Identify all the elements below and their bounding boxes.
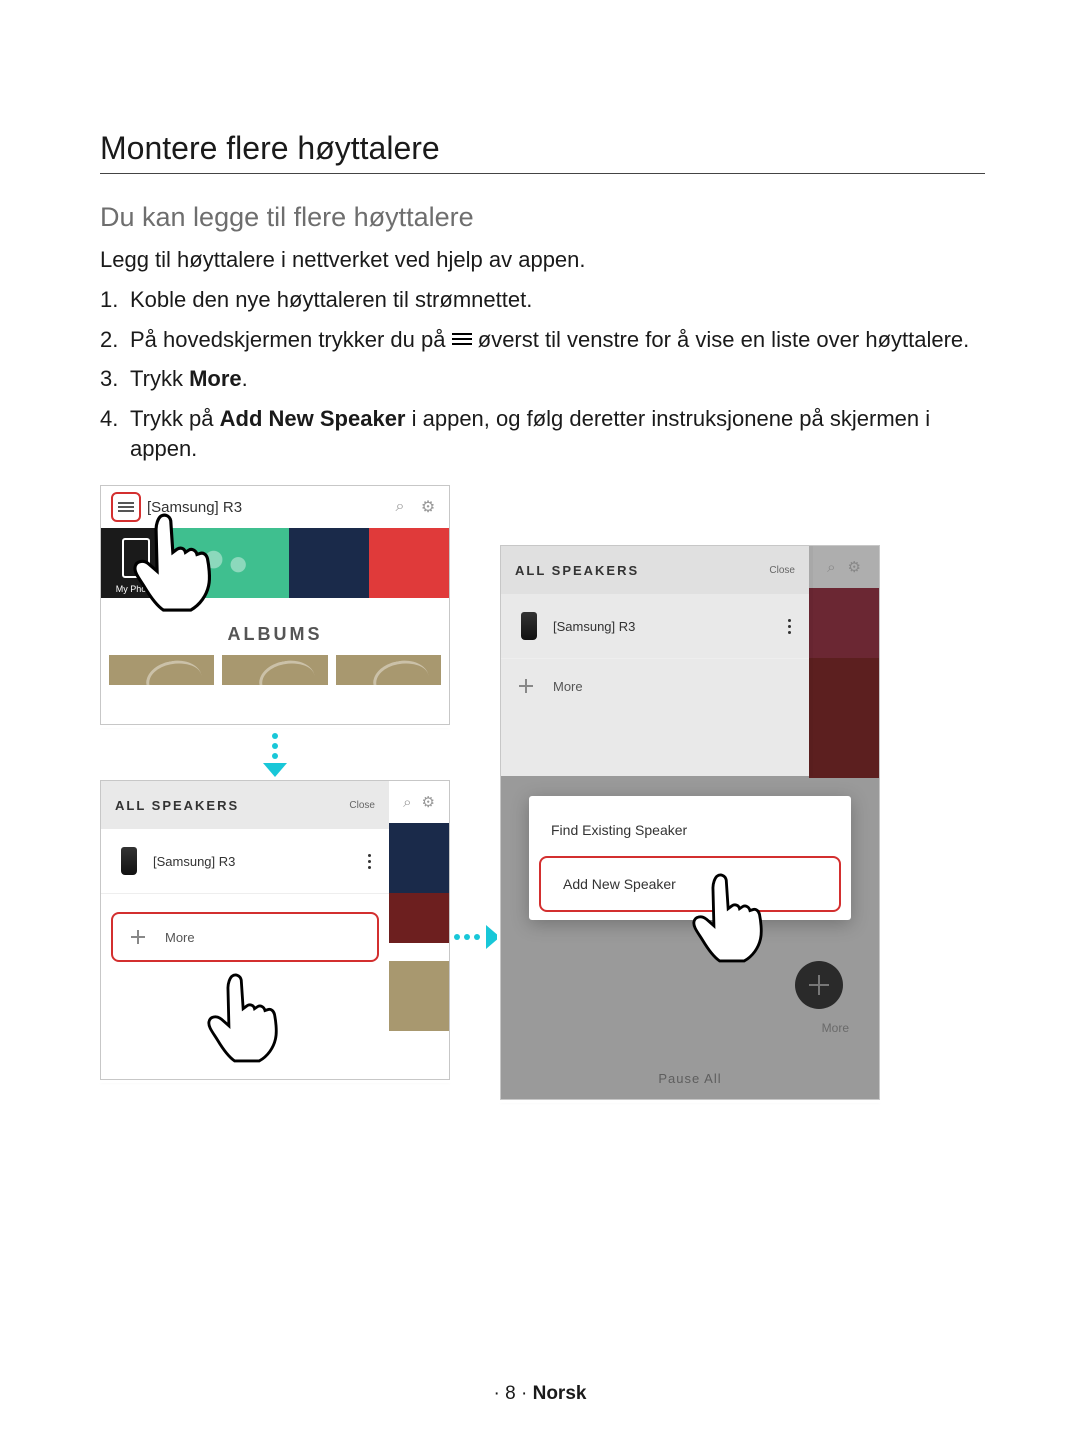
kebab-icon[interactable] bbox=[368, 854, 375, 869]
search-icon[interactable]: ⌕ bbox=[827, 559, 835, 576]
album-thumb[interactable] bbox=[109, 655, 214, 685]
figures: [Samsung] R3 ⌕ ⚙ My Phone ALBUMS ⌕ ⚙ bbox=[100, 485, 985, 1125]
step-3-a: Trykk bbox=[130, 366, 189, 391]
step-3-c: . bbox=[242, 366, 248, 391]
plus-icon bbox=[129, 928, 147, 946]
header-title: [Samsung] R3 bbox=[147, 499, 383, 516]
search-icon[interactable]: ⌕ bbox=[389, 498, 411, 516]
speaker-name: [Samsung] R3 bbox=[553, 619, 635, 634]
page-title: Montere flere høyttalere bbox=[100, 130, 985, 174]
panel-header: ALL SPEAKERS Close bbox=[501, 546, 809, 594]
screenshot-2: ⌕ ⚙ ALL SPEAKERS Close [Samsung] R3 More bbox=[100, 780, 450, 1080]
page-lang: Norsk bbox=[533, 1383, 587, 1404]
speaker-row[interactable]: [Samsung] R3 bbox=[101, 829, 389, 894]
panel-title: ALL SPEAKERS bbox=[115, 798, 239, 813]
step-4-a: Trykk på bbox=[130, 406, 220, 431]
more-row[interactable]: More bbox=[501, 659, 809, 713]
panel-title: ALL SPEAKERS bbox=[515, 563, 639, 578]
screenshot-3: ⌕ ⚙ ALL SPEAKERS Close [Samsung] R3 More… bbox=[500, 545, 880, 1100]
lead-text: Legg til høyttalere i nettverket ved hje… bbox=[100, 247, 985, 273]
step-2: På hovedskjermen trykker du på øverst ti… bbox=[100, 325, 985, 355]
close-button[interactable]: Close bbox=[769, 565, 795, 576]
albums-heading: ALBUMS bbox=[101, 598, 449, 655]
album-thumb[interactable] bbox=[336, 655, 441, 685]
section-subtitle: Du kan legge til flere høyttalere bbox=[100, 202, 985, 233]
speakers-panel: ALL SPEAKERS Close [Samsung] R3 More bbox=[501, 546, 809, 776]
close-button[interactable]: Close bbox=[349, 800, 375, 811]
tile-my-phone[interactable]: My Phone bbox=[101, 528, 171, 598]
speaker-name: [Samsung] R3 bbox=[153, 854, 235, 869]
panel-header: ALL SPEAKERS Close bbox=[101, 781, 389, 829]
popup-find-existing[interactable]: Find Existing Speaker bbox=[529, 804, 851, 856]
tile-service-1[interactable] bbox=[171, 528, 289, 598]
speaker-icon bbox=[121, 847, 137, 875]
popup-add-new-highlight[interactable]: Add New Speaker bbox=[539, 856, 841, 912]
menu-button-highlight[interactable] bbox=[111, 492, 141, 522]
app-header: [Samsung] R3 ⌕ ⚙ bbox=[101, 486, 449, 528]
step-3-bold: More bbox=[189, 366, 242, 391]
header-icons: ⌕ ⚙ bbox=[389, 781, 449, 823]
arrow-down-icon bbox=[262, 733, 288, 777]
search-icon[interactable]: ⌕ bbox=[403, 794, 411, 811]
tile-my-phone-label: My Phone bbox=[116, 584, 157, 594]
menu-icon bbox=[452, 330, 472, 348]
fab-label: More bbox=[822, 1021, 849, 1035]
source-tiles: My Phone bbox=[101, 528, 449, 598]
gear-icon[interactable]: ⚙ bbox=[421, 793, 434, 811]
content-strip: ⌕ ⚙ bbox=[389, 781, 449, 1079]
plus-icon bbox=[517, 677, 535, 695]
album-thumbs bbox=[101, 655, 449, 685]
more-button-highlight[interactable]: More bbox=[111, 912, 379, 962]
gear-icon[interactable]: ⚙ bbox=[847, 558, 860, 576]
speakers-panel: ALL SPEAKERS Close [Samsung] R3 More bbox=[101, 781, 389, 1079]
more-label: More bbox=[165, 930, 195, 945]
content-strip bbox=[809, 588, 879, 778]
kebab-icon[interactable] bbox=[788, 619, 795, 634]
header-icons: ⌕ ⚙ bbox=[809, 546, 879, 588]
gear-icon[interactable]: ⚙ bbox=[417, 497, 439, 517]
step-1: Koble den nye høyttaleren til strømnette… bbox=[100, 285, 985, 315]
tile-strip bbox=[389, 823, 449, 893]
step-4-bold: Add New Speaker bbox=[220, 406, 406, 431]
arrow-right-icon bbox=[454, 925, 504, 949]
hamburger-icon bbox=[118, 500, 134, 514]
screenshot-1: [Samsung] R3 ⌕ ⚙ My Phone ALBUMS bbox=[100, 485, 450, 725]
tile-service-2[interactable] bbox=[289, 528, 369, 598]
pause-all[interactable]: Pause All bbox=[501, 1059, 879, 1099]
tile-strip bbox=[389, 961, 449, 1031]
step-2-a: På hovedskjermen trykker du på bbox=[130, 327, 446, 352]
add-speaker-popup: Find Existing Speaker Add New Speaker bbox=[529, 796, 851, 920]
step-4: Trykk på Add New Speaker i appen, og føl… bbox=[100, 404, 985, 463]
speaker-row[interactable]: [Samsung] R3 bbox=[501, 594, 809, 659]
album-thumb[interactable] bbox=[222, 655, 327, 685]
step-3: Trykk More. bbox=[100, 364, 985, 394]
tile-strip bbox=[389, 893, 449, 943]
speaker-icon bbox=[521, 612, 537, 640]
page-footer: · 8 · Norsk bbox=[0, 1383, 1080, 1405]
step-2-b: øverst til venstre for å vise en liste o… bbox=[478, 327, 970, 352]
steps-list: Koble den nye høyttaleren til strømnette… bbox=[100, 285, 985, 463]
page-number: · 8 · bbox=[494, 1383, 533, 1404]
more-label: More bbox=[553, 679, 583, 694]
tile-service-3[interactable] bbox=[369, 528, 449, 598]
